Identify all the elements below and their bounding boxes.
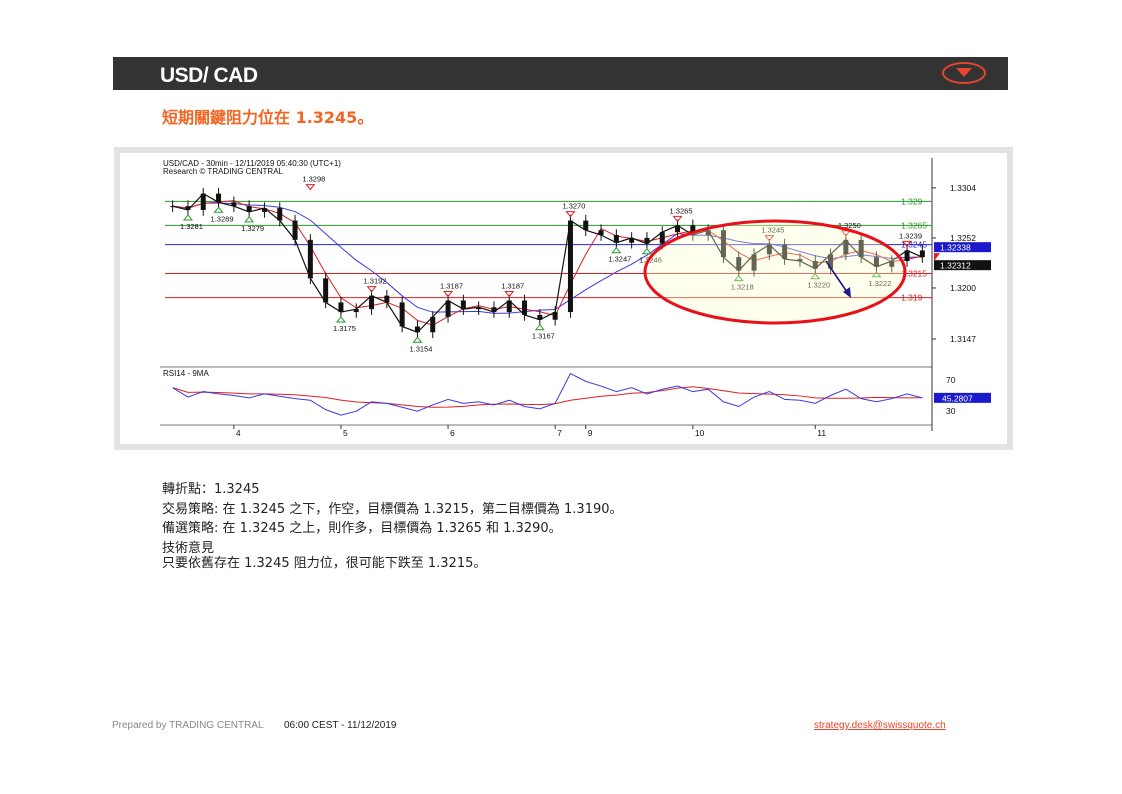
current-price-label: 1.32312 — [940, 261, 971, 271]
swing-low-marker — [335, 316, 346, 323]
indicator-title: RSI14 - 9MA — [163, 369, 209, 378]
swing-high-label: 1.3298 — [302, 175, 325, 184]
swing-high-marker — [366, 286, 377, 293]
x-tick-label: 7 — [557, 428, 562, 438]
footer-prepared-by: Prepared by TRADING CENTRAL — [112, 720, 264, 731]
y-tick-label: 1.3147 — [950, 334, 976, 344]
swing-low-label: 1.3175 — [333, 324, 356, 333]
swing-low-marker — [412, 336, 423, 343]
swing-low-label: 1.3154 — [409, 344, 432, 353]
x-tick-label: 4 — [236, 428, 241, 438]
x-tick-label: 11 — [817, 428, 826, 438]
swing-high-label: 1.3187 — [440, 281, 463, 290]
price-chart: USD/CAD - 30min - 12/11/2019 05:40:30 (U… — [160, 158, 991, 438]
pivot-text: 轉折點：1.3245 — [162, 482, 260, 497]
y-tick-label: 1.3252 — [950, 233, 976, 243]
comment-text: 只要依舊存在 1.3245 阻力位，很可能下跌至 1.3215。 — [162, 556, 487, 571]
level-label: 1.329 — [901, 196, 923, 206]
swing-high-label: 1.3239 — [899, 231, 922, 240]
analysis-section: 轉折點：1.3245 交易策略: 在 1.3245 之下，作空，目標價為 1.3… — [162, 480, 623, 574]
swing-low-marker — [182, 214, 193, 221]
x-tick-label: 9 — [588, 428, 593, 438]
swing-low-marker — [213, 206, 224, 213]
swing-low-label: 1.3289 — [211, 214, 234, 223]
swing-high-label: 1.3270 — [562, 202, 585, 211]
x-tick-label: 6 — [450, 428, 455, 438]
x-tick-label: 5 — [343, 428, 348, 438]
alternative-strategy-text: 備選策略: 在 1.3245 之上，則作多，目標價為 1.3265 和 1.32… — [162, 521, 562, 536]
swing-low-marker — [244, 216, 255, 223]
header-bar: USD/ CAD — [113, 57, 1008, 90]
swing-high-marker — [443, 290, 454, 298]
footer-time: 06:00 CEST - 11/12/2019 — [284, 720, 397, 731]
indicator-tick-label: 70 — [946, 375, 956, 385]
dropdown-button[interactable] — [942, 62, 986, 84]
strategy-text: 交易策略: 在 1.3245 之下，作空，目標價為 1.3215，第二目標價為 … — [162, 501, 623, 517]
swing-low-marker — [534, 323, 545, 331]
swing-low-label: 1.3279 — [241, 224, 264, 233]
y-tick-label: 1.3304 — [950, 183, 976, 193]
swing-low-label: 1.3167 — [532, 332, 555, 341]
y-tick-label: 1.3200 — [950, 283, 976, 293]
swing-high-marker — [504, 290, 515, 298]
swing-high-label: 1.3265 — [670, 206, 693, 215]
chevron-down-icon — [956, 68, 972, 77]
swing-low-label: 1.3247 — [608, 255, 631, 264]
swing-low-label: 1.3281 — [180, 222, 203, 231]
swing-high-marker — [305, 184, 316, 191]
rsi-value-label: 45.2807 — [942, 393, 973, 403]
swing-high-label: 1.3192 — [364, 277, 387, 286]
swing-high-label: 1.3187 — [501, 281, 524, 290]
swing-high-marker — [672, 215, 683, 223]
footer-email-link[interactable]: strategy.desk@swissquote.ch — [814, 720, 946, 731]
level-label: 1.319 — [901, 293, 923, 303]
chart-frame: USD/CAD - 30min - 12/11/2019 05:40:30 (U… — [114, 147, 1013, 450]
level-label: 1.3265 — [901, 220, 927, 230]
swing-high-marker — [565, 211, 576, 218]
x-tick-label: 10 — [695, 428, 705, 438]
current-price-label: 1.32338 — [940, 243, 971, 253]
chart-subtitle: Research © TRADING CENTRAL — [163, 167, 284, 176]
chart-area: USD/CAD - 30min - 12/11/2019 05:40:30 (U… — [120, 153, 1007, 444]
indicator-tick-label: 30 — [946, 406, 956, 416]
highlight-ellipse — [643, 219, 907, 325]
swing-low-marker — [641, 247, 652, 255]
headline: 短期關鍵阻力位在 1.3245。 — [162, 108, 374, 127]
swing-low-marker — [611, 246, 622, 254]
page-title: USD/ CAD — [160, 64, 258, 87]
